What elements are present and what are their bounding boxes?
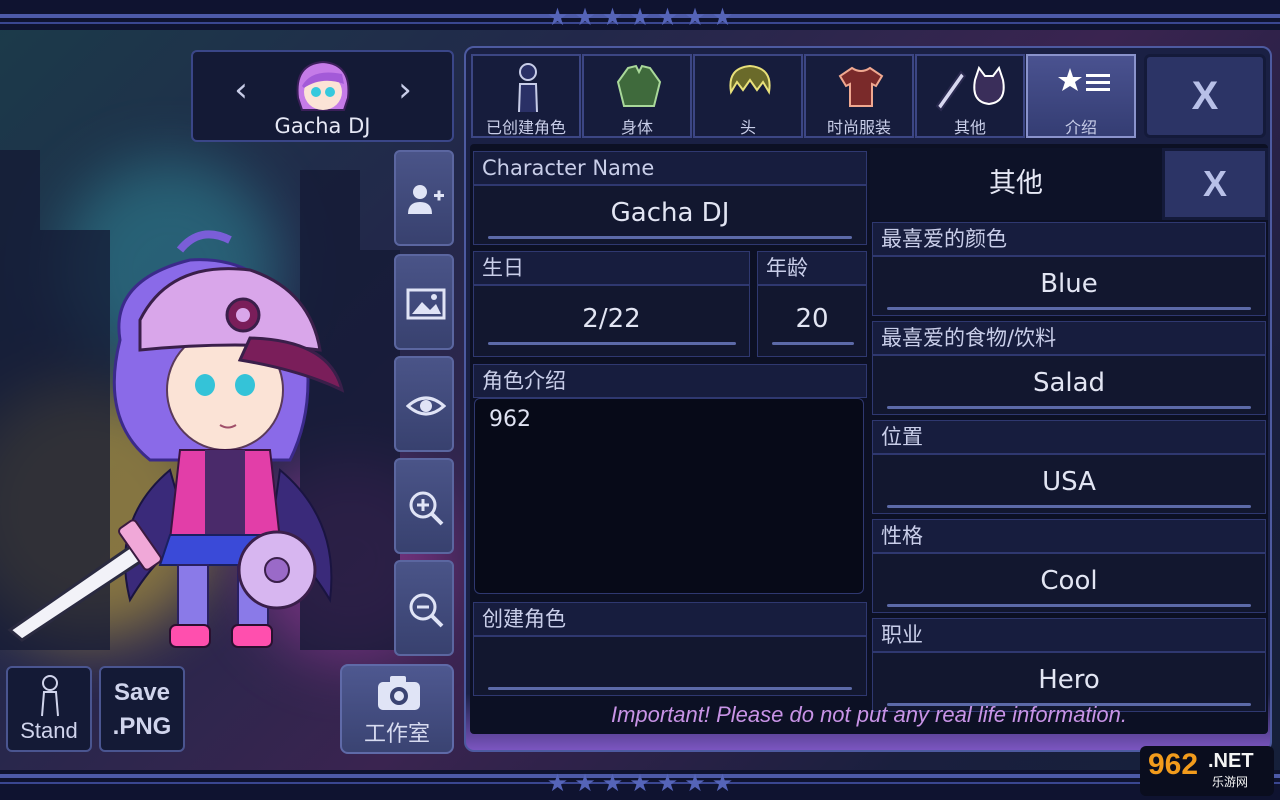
fav-food-header: 最喜爱的食物/饮料 bbox=[872, 321, 1266, 355]
birthday-value: 2/22 bbox=[582, 304, 641, 334]
save-png-label: Save .PNG bbox=[112, 679, 172, 740]
tab-fashion[interactable]: 时尚服装 bbox=[804, 54, 914, 138]
tab-body[interactable]: 身体 bbox=[582, 54, 692, 138]
camera-icon bbox=[378, 676, 420, 710]
birthday-field[interactable]: 2/22 bbox=[473, 285, 750, 357]
visibility-button[interactable] bbox=[394, 356, 454, 452]
site-watermark: 962 .NET 乐游网 bbox=[1140, 746, 1274, 796]
bottom-border: ★ ★ ★ ★ ★ ★ ★ bbox=[0, 770, 1280, 800]
zoom-out-icon bbox=[409, 593, 444, 628]
character-name-label: Gacha DJ bbox=[274, 114, 371, 138]
star-row: ★ ★ ★ ★ ★ ★ ★ bbox=[546, 769, 734, 797]
age-header: 年龄 bbox=[757, 251, 867, 285]
occupation-value: Hero bbox=[1038, 665, 1100, 695]
standing-person-icon bbox=[41, 675, 59, 717]
top-border: ★ ★ ★ ★ ★ ★ ★ bbox=[0, 0, 1280, 30]
shirt-icon bbox=[838, 66, 884, 107]
stand-button[interactable]: Stand bbox=[6, 666, 92, 752]
character-avatar[interactable] bbox=[292, 58, 354, 116]
zoom-in-button[interactable] bbox=[394, 458, 454, 554]
star-row: ★ ★ ★ ★ ★ ★ ★ bbox=[546, 3, 734, 31]
tab-introduction[interactable]: 介绍 bbox=[1026, 54, 1136, 138]
fav-food-field[interactable]: Salad bbox=[872, 355, 1266, 415]
location-header: 位置 bbox=[872, 420, 1266, 454]
sword-cat-icon bbox=[935, 65, 1005, 112]
creator-field[interactable] bbox=[473, 636, 867, 696]
fav-food-value: Salad bbox=[1032, 368, 1106, 398]
creator-header: 创建角色 bbox=[473, 602, 867, 636]
background-button[interactable] bbox=[394, 254, 454, 350]
character-figure[interactable] bbox=[0, 220, 360, 670]
studio-label: 工作室 bbox=[363, 722, 430, 747]
location-value: USA bbox=[1042, 467, 1096, 497]
character-name-header: Character Name bbox=[473, 151, 867, 185]
fav-color-field[interactable]: Blue bbox=[872, 256, 1266, 316]
star-list-icon bbox=[1058, 68, 1110, 91]
fav-color-header: 最喜爱的颜色 bbox=[872, 222, 1266, 256]
character-name-field[interactable]: Gacha DJ bbox=[473, 185, 867, 245]
fav-color-value: Blue bbox=[1040, 269, 1098, 299]
close-other-button[interactable]: X bbox=[1162, 148, 1268, 220]
tab-head[interactable]: 头 bbox=[693, 54, 803, 138]
occupation-header: 职业 bbox=[872, 618, 1266, 652]
add-character-button[interactable] bbox=[394, 150, 454, 246]
other-section-title: 其他 bbox=[870, 148, 1162, 220]
zoom-out-button[interactable] bbox=[394, 560, 454, 656]
studio-button[interactable]: 工作室 bbox=[340, 664, 454, 754]
personality-field[interactable]: Cool bbox=[872, 553, 1266, 613]
save-png-button[interactable]: Save .PNG bbox=[99, 666, 185, 752]
personality-header: 性格 bbox=[872, 519, 1266, 553]
zoom-in-icon bbox=[409, 491, 444, 526]
add-person-icon bbox=[408, 185, 444, 214]
jacket-icon bbox=[616, 64, 662, 107]
close-panel-button[interactable]: X bbox=[1144, 54, 1266, 138]
person-icon bbox=[518, 63, 538, 113]
chevron-left-icon[interactable]: ‹ bbox=[221, 70, 261, 110]
intro-header: 角色介绍 bbox=[473, 364, 867, 398]
character-name-value: Gacha DJ bbox=[610, 198, 730, 228]
tab-other[interactable]: 其他 bbox=[915, 54, 1025, 138]
intro-text: 962 bbox=[489, 407, 531, 432]
personality-value: Cool bbox=[1040, 566, 1098, 596]
privacy-notice: Important! Please do not put any real li… bbox=[610, 702, 1128, 727]
chevron-right-icon[interactable]: › bbox=[385, 70, 425, 110]
age-value: 20 bbox=[795, 304, 829, 334]
birthday-header: 生日 bbox=[473, 251, 750, 285]
location-field[interactable]: USA bbox=[872, 454, 1266, 514]
hair-icon bbox=[729, 64, 771, 95]
character-selector: ‹ › Gacha DJ bbox=[191, 50, 454, 142]
age-field[interactable]: 20 bbox=[757, 285, 867, 357]
stand-label: Stand bbox=[20, 718, 78, 743]
tab-created-characters[interactable]: 已创建角色 bbox=[471, 54, 581, 138]
intro-textarea[interactable]: 962 bbox=[474, 398, 864, 594]
eye-icon bbox=[406, 396, 446, 416]
image-icon bbox=[406, 288, 446, 320]
